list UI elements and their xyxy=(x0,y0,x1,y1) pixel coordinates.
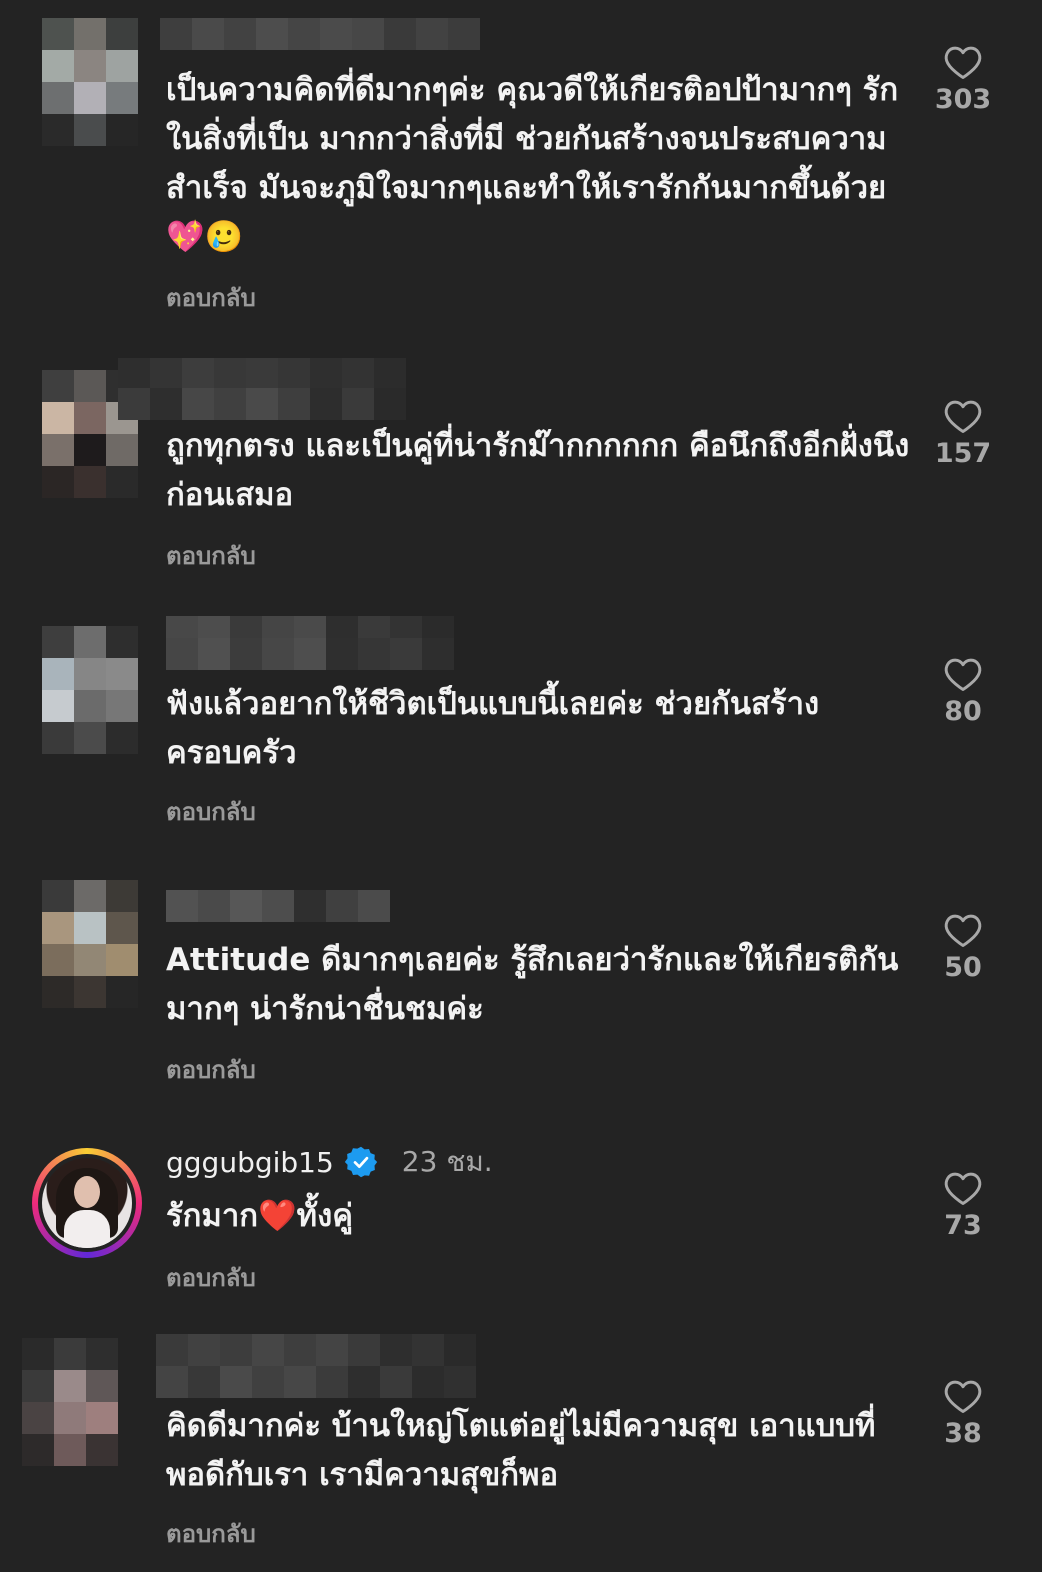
avatar-blurred[interactable] xyxy=(42,18,138,146)
like-button[interactable]: 303 xyxy=(930,44,996,115)
reply-button[interactable]: ตอบกลับ xyxy=(166,1514,256,1553)
comment-text: ถูกทุกตรง และเป็นคู่ที่น่ารักม๊ากกกกกก ค… xyxy=(166,428,910,513)
reply-button[interactable]: ตอบกลับ xyxy=(166,536,256,575)
reply-button[interactable]: ตอบกลับ xyxy=(166,278,256,317)
comment-text: ฟังแล้วอยากให้ชีวิตเป็นแบบนี้เลยค่ะ ช่วย… xyxy=(166,686,820,771)
username-blurred[interactable] xyxy=(160,18,480,50)
like-count: 303 xyxy=(934,84,992,115)
comment-timestamp: 23 ชม. xyxy=(401,1145,493,1178)
heart-outline-icon xyxy=(944,46,982,80)
comment-text: Attitude ดีมากๆเลยค่ะ รู้สึกเลยว่ารักและ… xyxy=(166,942,899,1027)
avatar-ring-gap xyxy=(38,1154,136,1252)
like-button[interactable]: 50 xyxy=(930,912,996,983)
comment-header: gggubgib15 23 ชม. xyxy=(166,1140,493,1184)
avatar xyxy=(42,1158,132,1248)
heart-outline-icon xyxy=(944,658,982,692)
like-count: 50 xyxy=(944,952,982,983)
comment-text: รักมาก❤️ทั้งคู่ xyxy=(166,1198,353,1234)
heart-outline-icon xyxy=(944,400,982,434)
like-count: 157 xyxy=(934,438,992,469)
username-blurred xyxy=(118,388,406,420)
like-count: 73 xyxy=(944,1210,982,1241)
like-button[interactable]: 80 xyxy=(930,656,996,727)
reply-button[interactable]: ตอบกลับ xyxy=(166,792,256,831)
comment-text: เป็นความคิดที่ดีมากๆค่ะ คุณวดีให้เกียรติ… xyxy=(166,72,899,255)
like-count: 80 xyxy=(944,696,982,727)
verified-badge-icon xyxy=(344,1146,377,1178)
username-blurred xyxy=(156,1366,476,1398)
username-link[interactable]: gggubgib15 xyxy=(166,1146,334,1179)
comment-text: คิดดีมากค่ะ บ้านใหญ่โตแต่อยู่ไม่มีความสุ… xyxy=(166,1408,876,1493)
username-blurred[interactable] xyxy=(156,1334,476,1366)
avatar-blurred[interactable] xyxy=(42,626,138,754)
reply-button[interactable]: ตอบกลับ xyxy=(166,1258,256,1297)
story-ring-avatar[interactable] xyxy=(32,1148,142,1258)
heart-outline-icon xyxy=(944,1380,982,1414)
like-button[interactable]: 38 xyxy=(930,1378,996,1449)
like-count: 38 xyxy=(944,1418,982,1449)
reply-button[interactable]: ตอบกลับ xyxy=(166,1050,256,1089)
username-blurred[interactable] xyxy=(166,890,390,922)
username-blurred xyxy=(166,638,454,670)
heart-outline-icon xyxy=(944,1172,982,1206)
like-button[interactable]: 73 xyxy=(930,1170,996,1241)
avatar-blurred[interactable] xyxy=(42,880,138,1008)
username-blurred[interactable] xyxy=(118,358,406,390)
heart-outline-icon xyxy=(944,914,982,948)
avatar-blurred[interactable] xyxy=(22,1338,118,1466)
like-button[interactable]: 157 xyxy=(930,398,996,469)
